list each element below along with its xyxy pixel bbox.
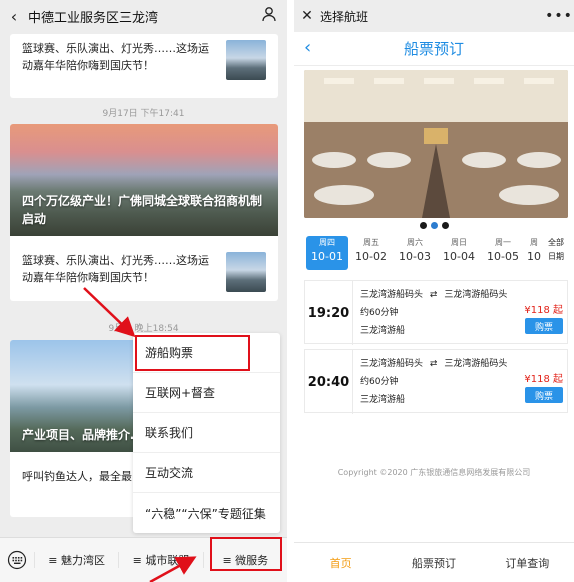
date-weekday: 周一 bbox=[495, 238, 511, 247]
more-icon[interactable]: ••• bbox=[544, 8, 574, 24]
round-trip-icon: ⇄ bbox=[429, 290, 438, 300]
screenshot-stage: ‹ 中德工业服务区三龙湾 篮球赛、乐队演出、灯光秀……这场运动嘉年华陪你嗨到国庆… bbox=[0, 0, 574, 582]
page-title: 船票预订 bbox=[403, 40, 464, 58]
departure-time: 20:40 bbox=[305, 350, 353, 414]
departure-time: 19:20 bbox=[305, 281, 353, 345]
carousel-dot[interactable] bbox=[441, 222, 449, 229]
keyboard-icon[interactable] bbox=[0, 550, 34, 570]
date-value: 10-03 bbox=[399, 250, 431, 263]
booking-bottom-tabs: 首页 船票预订 订单查询 bbox=[294, 542, 574, 582]
date-weekday: 周日 bbox=[451, 238, 467, 247]
ship-name: 三龙湾游船 bbox=[360, 395, 406, 405]
route-to: 三龙湾游船码头 bbox=[444, 359, 508, 369]
buy-ticket-button[interactable]: 购票 bbox=[525, 387, 563, 403]
article-headline: 四个万亿级产业！广佛同城全球联合招商机制启动 bbox=[22, 194, 263, 226]
date-value: 10-04 bbox=[443, 250, 475, 263]
back-chevron-icon[interactable]: ‹ bbox=[0, 7, 28, 26]
date-option[interactable]: 周日 10-04 bbox=[438, 236, 480, 270]
date-selector: 周四 10-01 周五 10-02 周六 10-03 周日 10-04 周一 1… bbox=[306, 236, 570, 270]
tab-ticket-booking[interactable]: 船票预订 bbox=[387, 555, 480, 571]
article-card-2[interactable]: 四个万亿级产业！广佛同城全球联合招商机制启动 篮球赛、乐队演出、灯光秀……这场运… bbox=[10, 124, 278, 301]
menu-item-internet-supervision[interactable]: 互联网+督查 bbox=[133, 373, 280, 413]
date-value: 10 bbox=[527, 250, 541, 263]
date-option[interactable]: 周四 10-01 bbox=[306, 236, 348, 270]
carousel-dot[interactable] bbox=[419, 222, 427, 229]
date-option[interactable]: 周六 10-03 bbox=[394, 236, 436, 270]
account-title: 中德工业服务区三龙湾 bbox=[28, 10, 159, 26]
tab-city-alliance[interactable]: ≡ 城市联盟 bbox=[118, 552, 202, 568]
profile-icon[interactable] bbox=[251, 6, 287, 26]
article-thumbnail bbox=[226, 252, 266, 292]
date-option[interactable]: 周一 10-05 bbox=[482, 236, 524, 270]
booking-nav: ‹ 船票预订 bbox=[294, 32, 574, 66]
buy-ticket-button[interactable]: 购票 bbox=[525, 318, 563, 334]
date-weekday: 周四 bbox=[319, 238, 335, 247]
tab-home[interactable]: 首页 bbox=[294, 555, 387, 571]
carousel-indicator bbox=[294, 222, 574, 229]
article-text: 篮球赛、乐队演出、灯光秀……这场运动嘉年华陪你嗨到国庆节！ bbox=[22, 254, 209, 284]
tab-order-query[interactable]: 订单查询 bbox=[481, 555, 574, 571]
article-text: 篮球赛、乐队演出、灯光秀……这场运动嘉年华陪你嗨到国庆节！ bbox=[22, 42, 209, 72]
ferry-booking-panel: ✕ 选择航班 ••• ‹ 船票预订 周四 10-01 周五 10-02 周六 1… bbox=[294, 0, 574, 582]
tab-charm-bay[interactable]: ≡ 魅力湾区 bbox=[34, 552, 118, 568]
highlight-box-micro-service bbox=[210, 537, 282, 571]
copyright-notice: Copyright ©2020 广东银旅通信息网络发展有限公司 bbox=[337, 468, 531, 477]
date-option[interactable]: 周五 10-02 bbox=[350, 236, 392, 270]
right-header: ✕ 选择航班 ••• bbox=[294, 0, 574, 32]
carousel-dot-active[interactable] bbox=[430, 222, 438, 229]
ship-name: 三龙湾游船 bbox=[360, 326, 406, 336]
all-dates-button[interactable]: 全部 日期 bbox=[544, 236, 568, 270]
message-timestamp: 9月17日 下午17:41 bbox=[102, 109, 185, 119]
date-value: 10-01 bbox=[311, 250, 343, 263]
article-card-top[interactable]: 篮球赛、乐队演出、灯光秀……这场运动嘉年华陪你嗨到国庆节！ bbox=[10, 34, 278, 98]
article-thumbnail bbox=[226, 40, 266, 80]
duration: 约60分钟 bbox=[360, 377, 399, 387]
menu-item-special-collection[interactable]: “六稳”“六保”专题征集 bbox=[133, 493, 280, 533]
route-to: 三龙湾游船码头 bbox=[444, 290, 508, 300]
date-weekday: 周五 bbox=[363, 238, 379, 247]
route-from: 三龙湾游船码头 bbox=[360, 290, 424, 300]
date-weekday: 周 bbox=[530, 238, 538, 247]
route-from: 三龙湾游船码头 bbox=[360, 359, 424, 369]
all-dates-label: 全部 bbox=[548, 238, 564, 247]
route: 三龙湾游船码头 ⇄ 三龙湾游船码头 bbox=[360, 356, 507, 369]
article-hero-image: 四个万亿级产业！广佛同城全球联合招商机制启动 bbox=[10, 124, 278, 236]
voyage-row[interactable]: 19:20 三龙湾游船码头 ⇄ 三龙湾游船码头 约60分钟 三龙湾游船 ¥118… bbox=[304, 280, 568, 345]
left-header: ‹ 中德工业服务区三龙湾 bbox=[0, 0, 287, 32]
menu-item-interaction[interactable]: 互动交流 bbox=[133, 453, 280, 493]
highlight-box-boat-tickets bbox=[135, 335, 250, 371]
date-value: 10-05 bbox=[487, 250, 519, 263]
close-icon[interactable]: ✕ bbox=[294, 8, 320, 24]
page-header-title: 选择航班 bbox=[320, 9, 369, 24]
duration: 约60分钟 bbox=[360, 308, 399, 318]
date-option[interactable]: 周 10 bbox=[526, 236, 542, 270]
banner-hall-illustration bbox=[304, 70, 568, 218]
date-weekday: 周六 bbox=[407, 238, 423, 247]
wechat-official-account-panel: ‹ 中德工业服务区三龙湾 篮球赛、乐队演出、灯光秀……这场运动嘉年华陪你嗨到国庆… bbox=[0, 0, 287, 582]
round-trip-icon: ⇄ bbox=[429, 359, 438, 369]
banner-image[interactable] bbox=[304, 70, 568, 218]
route: 三龙湾游船码头 ⇄ 三龙湾游船码头 bbox=[360, 287, 507, 300]
date-value: 10-02 bbox=[355, 250, 387, 263]
all-dates-label: 日期 bbox=[548, 252, 564, 261]
menu-item-contact-us[interactable]: 联系我们 bbox=[133, 413, 280, 453]
voyage-row[interactable]: 20:40 三龙湾游船码头 ⇄ 三龙湾游船码头 约60分钟 三龙湾游船 ¥118… bbox=[304, 349, 568, 414]
price: ¥118 起 bbox=[524, 374, 563, 385]
price: ¥118 起 bbox=[524, 305, 563, 316]
